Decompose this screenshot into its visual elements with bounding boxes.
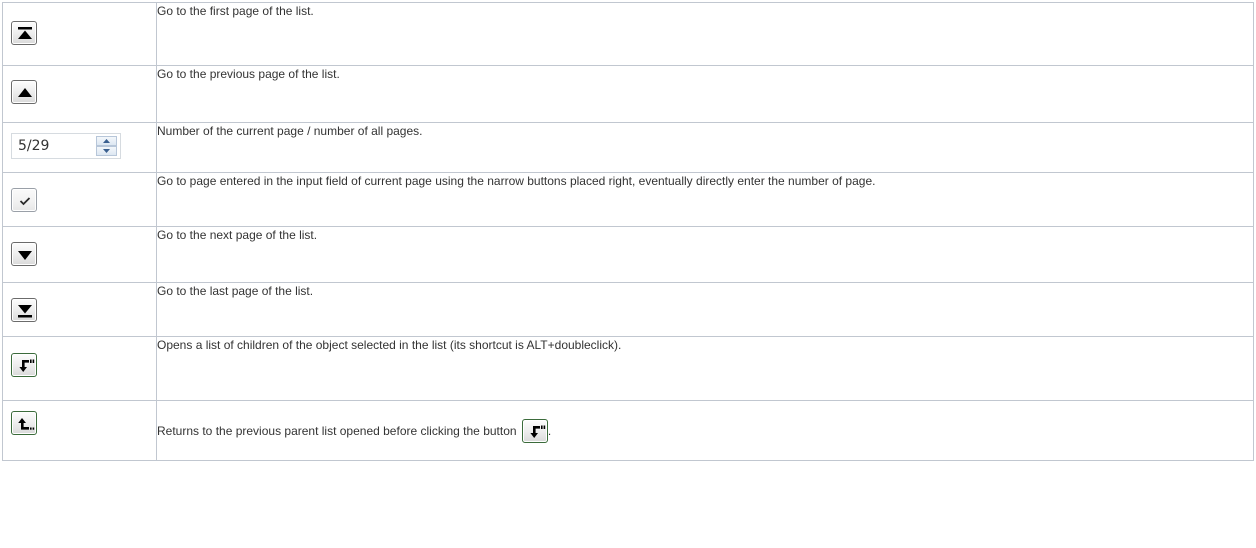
open-children-button[interactable] bbox=[11, 353, 37, 377]
icon-cell bbox=[2, 172, 157, 227]
inline-button-frame bbox=[521, 419, 548, 443]
triangle-down-icon bbox=[103, 149, 110, 153]
description-cell: Number of the current page / number of a… bbox=[156, 122, 1254, 173]
description-cell: Go to page entered in the input field of… bbox=[156, 172, 1254, 227]
table-row: Go to the last page of the list. bbox=[2, 282, 1254, 337]
current-page-value[interactable]: 5/29 bbox=[18, 138, 49, 154]
table-row: Go to the first page of the list. bbox=[2, 2, 1254, 66]
table-row: 5/29 Number of the current page / number… bbox=[2, 122, 1254, 173]
return-parent-icon bbox=[18, 418, 35, 430]
previous-page-icon bbox=[18, 88, 32, 97]
return-description-text: Returns to the previous parent list open… bbox=[157, 424, 517, 438]
table-row: Opens a list of children of the object s… bbox=[2, 336, 1254, 401]
go-to-page-button[interactable] bbox=[11, 188, 37, 212]
icon-cell: 5/29 bbox=[2, 122, 157, 173]
open-children-icon bbox=[530, 425, 546, 438]
icon-cell bbox=[2, 2, 157, 66]
spinner-down-button[interactable] bbox=[96, 146, 117, 156]
description-cell: Opens a list of children of the object s… bbox=[156, 336, 1254, 401]
first-page-button[interactable] bbox=[11, 21, 37, 45]
last-page-icon bbox=[18, 305, 32, 318]
icon-cell bbox=[2, 226, 157, 283]
description-cell: Go to the first page of the list. bbox=[156, 2, 1254, 66]
spinner-arrows bbox=[96, 136, 117, 156]
first-page-icon bbox=[18, 27, 32, 39]
previous-page-button[interactable] bbox=[11, 80, 37, 104]
description-cell: Go to the next page of the list. bbox=[156, 226, 1254, 283]
table-row: Returns to the previous parent list open… bbox=[2, 400, 1254, 461]
description-cell: Go to the last page of the list. bbox=[156, 282, 1254, 337]
description-cell: Go to the previous page of the list. bbox=[156, 65, 1254, 123]
checkmark-icon bbox=[19, 197, 31, 206]
triangle-up-icon bbox=[103, 139, 110, 143]
icon-cell bbox=[2, 336, 157, 401]
spinner-up-button[interactable] bbox=[96, 136, 117, 146]
inline-open-children-button bbox=[521, 419, 548, 443]
table-row: Go to the next page of the list. bbox=[2, 226, 1254, 283]
icon-cell bbox=[2, 65, 157, 123]
navigation-buttons-table: Go to the first page of the list. Go to … bbox=[2, 2, 1254, 461]
icon-cell bbox=[2, 400, 157, 461]
open-children-icon bbox=[19, 359, 35, 372]
description-cell: Returns to the previous parent list open… bbox=[156, 400, 1254, 461]
table-row: Go to page entered in the input field of… bbox=[2, 172, 1254, 227]
icon-cell bbox=[2, 282, 157, 337]
next-page-button[interactable] bbox=[11, 242, 37, 266]
last-page-button[interactable] bbox=[11, 298, 37, 322]
return-parent-button[interactable] bbox=[11, 411, 37, 435]
table-row: Go to the previous page of the list. bbox=[2, 65, 1254, 123]
page-spinner[interactable]: 5/29 bbox=[11, 133, 121, 159]
next-page-icon bbox=[18, 251, 32, 260]
